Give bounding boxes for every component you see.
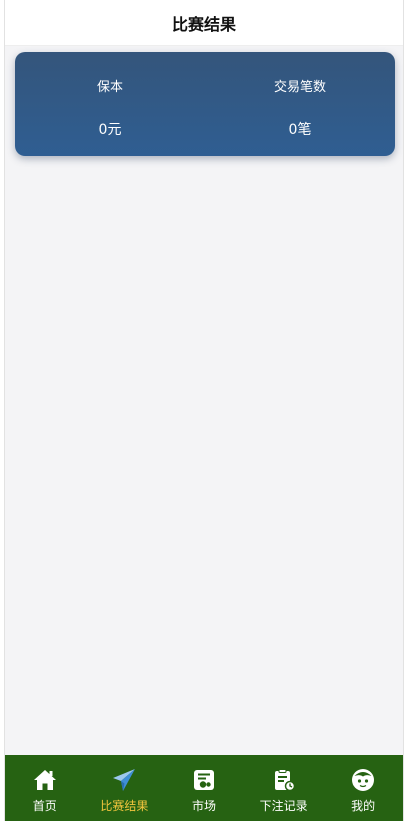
tab-label: 下注记录 bbox=[259, 799, 308, 813]
bottom-tab-bar: 首页 比赛结果 市场 下注记录 我的 bbox=[5, 755, 403, 821]
tab-bet-records[interactable]: 下注记录 bbox=[244, 755, 324, 821]
stat-label: 交易笔数 bbox=[273, 80, 326, 95]
tab-market[interactable]: 市场 bbox=[164, 755, 244, 821]
tab-match-results[interactable]: 比赛结果 bbox=[85, 755, 165, 821]
profile-face-icon bbox=[350, 767, 376, 793]
stat-value: 0笔 bbox=[288, 122, 312, 138]
stat-break-even: 保本 0元 bbox=[15, 52, 205, 156]
tab-home[interactable]: 首页 bbox=[5, 755, 85, 821]
bet-record-icon bbox=[271, 767, 297, 793]
tab-label: 比赛结果 bbox=[100, 799, 149, 813]
market-icon bbox=[191, 767, 217, 793]
paper-plane-icon bbox=[111, 767, 137, 793]
stats-card: 保本 0元 交易笔数 0笔 bbox=[15, 52, 395, 156]
stat-value: 0元 bbox=[98, 122, 122, 138]
header: 比赛结果 bbox=[5, 0, 403, 46]
page-title: 比赛结果 bbox=[171, 14, 236, 34]
tab-label: 首页 bbox=[32, 799, 57, 813]
app-frame: 比赛结果 保本 0元 交易笔数 0笔 首页 比赛结果 市场 下注记录 我的 bbox=[4, 0, 404, 821]
home-icon bbox=[32, 767, 58, 793]
stat-label: 保本 bbox=[96, 80, 123, 95]
tab-label: 我的 bbox=[351, 799, 376, 813]
tab-profile[interactable]: 我的 bbox=[323, 755, 403, 821]
tab-label: 市场 bbox=[191, 799, 216, 813]
stat-trade-count: 交易笔数 0笔 bbox=[205, 52, 395, 156]
